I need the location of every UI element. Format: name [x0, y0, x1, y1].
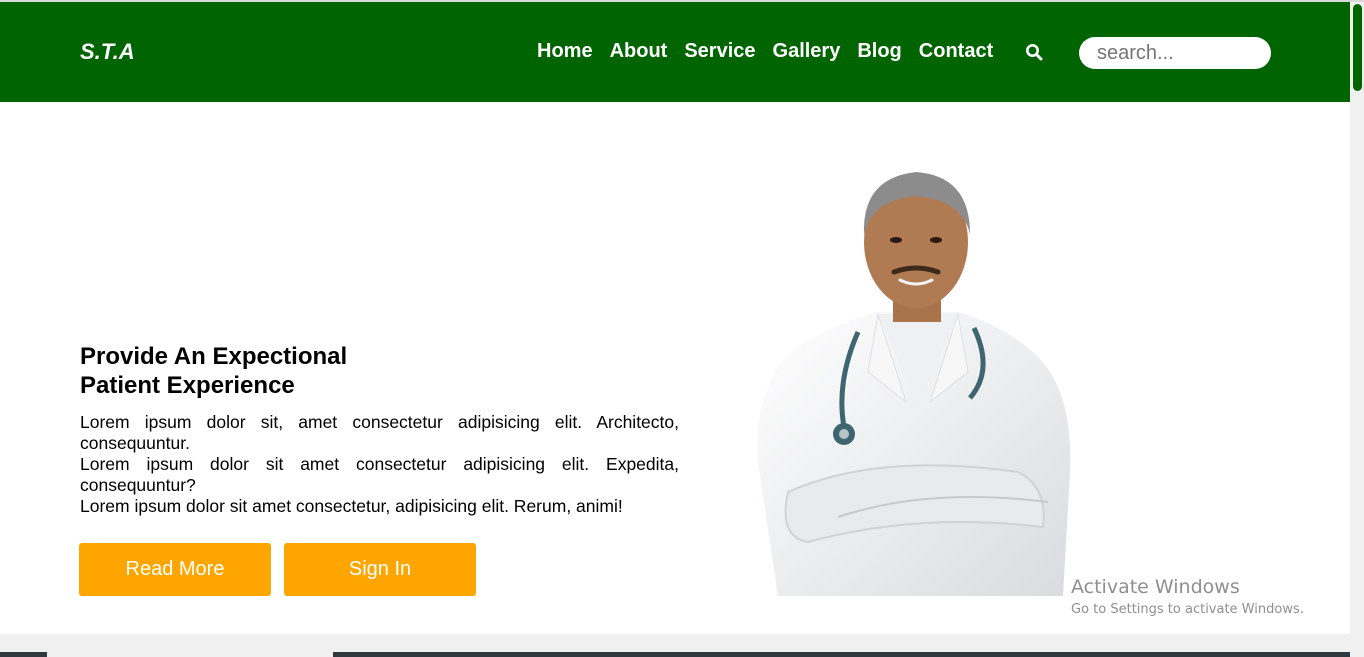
nav-about[interactable]: About — [610, 40, 668, 63]
main-nav: Home About Service Gallery Blog Contact — [537, 40, 993, 63]
hero-paragraph: Lorem ipsum dolor sit amet consectetur, … — [80, 496, 623, 516]
search-input[interactable] — [1079, 37, 1271, 69]
hero-title-line2: Patient Experience — [80, 372, 295, 399]
hero-section: Provide An Expectional Patient Experienc… — [0, 102, 1350, 634]
scrollbar-thumb[interactable] — [1353, 4, 1362, 91]
hero-title-line1: Provide An Expectional — [80, 343, 348, 370]
hero-title: Provide An Expectional Patient Experienc… — [80, 342, 347, 400]
read-more-button[interactable]: Read More — [79, 543, 271, 596]
site-logo[interactable]: S.T.A — [80, 39, 135, 65]
hero-description: Lorem ipsum dolor sit, amet consectetur … — [80, 412, 679, 517]
nav-gallery[interactable]: Gallery — [773, 40, 841, 63]
page: S.T.A Home About Service Gallery Blog Co… — [0, 0, 1364, 657]
hero-paragraph: Lorem ipsum dolor sit, amet consectetur … — [80, 412, 679, 453]
nav-contact[interactable]: Contact — [919, 40, 993, 63]
activate-windows-title: Activate Windows — [1071, 576, 1240, 598]
scrollbar-track[interactable] — [1350, 2, 1364, 657]
doctor-image — [757, 172, 1071, 596]
nav-blog[interactable]: Blog — [857, 40, 901, 63]
nav-service[interactable]: Service — [684, 40, 755, 63]
bottom-tab — [47, 652, 333, 657]
hero-paragraph: Lorem ipsum dolor sit amet consectetur a… — [80, 454, 679, 495]
nav-home[interactable]: Home — [537, 40, 593, 63]
sign-in-button[interactable]: Sign In — [284, 543, 476, 596]
navbar: S.T.A Home About Service Gallery Blog Co… — [0, 2, 1350, 102]
activate-windows-subtitle: Go to Settings to activate Windows. — [1071, 602, 1304, 617]
search-icon[interactable] — [1025, 43, 1043, 61]
